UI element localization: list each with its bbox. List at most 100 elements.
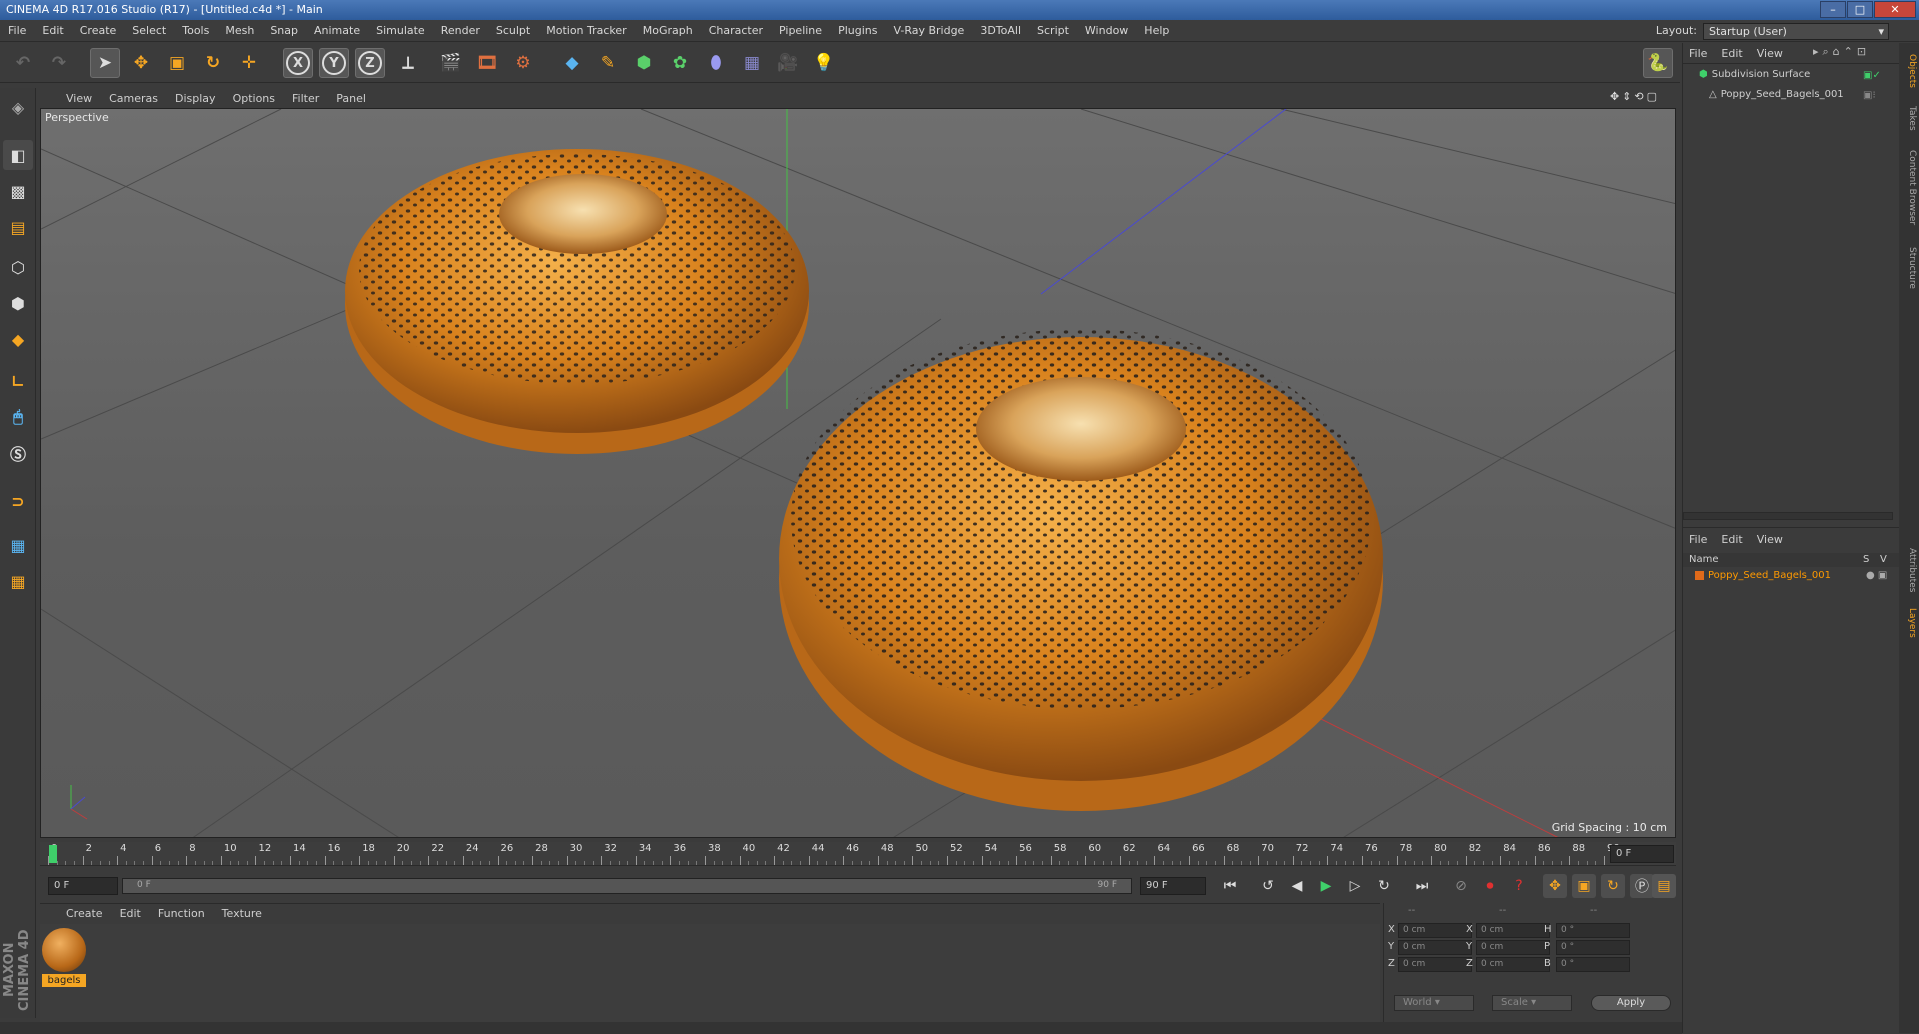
- select-cursor-icon[interactable]: ➤: [90, 48, 120, 78]
- tab-content-browser[interactable]: Content Browser: [1901, 143, 1917, 233]
- render-picture-viewer-icon[interactable]: 🎞: [472, 48, 502, 78]
- timeline-layout-icon[interactable]: ▤: [1652, 874, 1676, 898]
- end-frame-field[interactable]: 90 F: [1140, 877, 1206, 895]
- current-frame-field[interactable]: 0 F: [1610, 845, 1674, 863]
- edges-mode-icon[interactable]: ⬢: [3, 288, 33, 318]
- apply-button[interactable]: Apply: [1591, 995, 1671, 1011]
- objects-nav-icons[interactable]: ▸⌕⌂⌃⊡: [1813, 45, 1870, 59]
- go-to-start-icon[interactable]: ⏮: [1218, 874, 1242, 898]
- coord-field[interactable]: 0 cm: [1476, 923, 1550, 938]
- viewport-menu-panel[interactable]: Panel: [336, 92, 366, 105]
- scale-select[interactable]: Scale ▾: [1492, 995, 1572, 1011]
- material-name[interactable]: bagels: [42, 974, 86, 987]
- menu-snap[interactable]: Snap: [262, 24, 306, 37]
- previous-frame-icon[interactable]: ◀: [1285, 874, 1309, 898]
- viewport-menu-filter[interactable]: Filter: [292, 92, 319, 105]
- x-axis-button[interactable]: X: [283, 48, 313, 78]
- coord-field[interactable]: 0 °: [1556, 957, 1630, 972]
- workplane-lock-icon[interactable]: ▦: [3, 530, 33, 560]
- menu-v-ray-bridge[interactable]: V-Ray Bridge: [885, 24, 972, 37]
- menu-mograph[interactable]: MoGraph: [635, 24, 701, 37]
- coord-field[interactable]: 0 cm: [1398, 923, 1472, 938]
- mograph-cloner-icon[interactable]: ✿: [665, 48, 695, 78]
- tab-objects[interactable]: Objects: [1901, 51, 1917, 91]
- menu-character[interactable]: Character: [701, 24, 771, 37]
- minimize-button[interactable]: –: [1820, 1, 1846, 18]
- tab-takes[interactable]: Takes: [1901, 103, 1917, 133]
- objects-menu-edit[interactable]: Edit: [1721, 47, 1742, 60]
- axis-mode-icon[interactable]: ∟: [3, 366, 33, 396]
- objects-menu-view[interactable]: View: [1757, 47, 1783, 60]
- key-scale-icon[interactable]: ▣: [1572, 874, 1596, 898]
- live-select-icon[interactable]: ✛: [234, 48, 264, 78]
- cube-icon[interactable]: ◆: [557, 48, 587, 78]
- object-visibility-check[interactable]: ▣✓: [1863, 70, 1881, 81]
- next-frame-icon[interactable]: ▷: [1343, 874, 1367, 898]
- viewport-nav-icons[interactable]: ✥⇕⟲▢: [1610, 90, 1660, 103]
- solo-icon[interactable]: Ⓢ: [3, 438, 33, 468]
- previous-key-icon[interactable]: ↺: [1256, 874, 1280, 898]
- viewport-menu-cameras[interactable]: Cameras: [109, 92, 158, 105]
- maximize-button[interactable]: □: [1847, 1, 1873, 18]
- material-menu-texture[interactable]: Texture: [222, 907, 262, 920]
- key-parameter-icon[interactable]: Ⓟ: [1630, 874, 1654, 898]
- menu-script[interactable]: Script: [1029, 24, 1077, 37]
- menu-simulate[interactable]: Simulate: [368, 24, 433, 37]
- rotate-icon[interactable]: ↻: [198, 48, 228, 78]
- menu-mesh[interactable]: Mesh: [217, 24, 262, 37]
- frame-range-slider[interactable]: 0 F 90 F: [122, 878, 1132, 894]
- make-editable-icon[interactable]: ◈: [3, 92, 33, 122]
- go-to-end-icon[interactable]: ⏭: [1410, 874, 1434, 898]
- coord-field[interactable]: 0 cm: [1476, 940, 1550, 955]
- tab-structure[interactable]: Structure: [1901, 243, 1917, 293]
- tweak-mode-icon[interactable]: 🖱: [3, 402, 33, 432]
- menu-pipeline[interactable]: Pipeline: [771, 24, 830, 37]
- autokey-icon[interactable]: ?: [1507, 874, 1531, 898]
- render-view-icon[interactable]: 🎬: [436, 48, 466, 78]
- z-axis-button[interactable]: Z: [355, 48, 385, 78]
- menu-render[interactable]: Render: [433, 24, 488, 37]
- layers-menu-view[interactable]: View: [1757, 533, 1783, 546]
- layer-toggles[interactable]: ● ▣: [1866, 570, 1887, 581]
- redo-icon[interactable]: ↷: [44, 48, 74, 78]
- perspective-viewport[interactable]: Perspective Grid Spacing : 10 cm: [40, 108, 1676, 838]
- material-menu-edit[interactable]: Edit: [120, 907, 141, 920]
- coord-field[interactable]: 0 °: [1556, 923, 1630, 938]
- viewport-menu-display[interactable]: Display: [175, 92, 216, 105]
- material-menu-function[interactable]: Function: [158, 907, 205, 920]
- scale-icon[interactable]: ▣: [162, 48, 192, 78]
- close-button[interactable]: ✕: [1874, 1, 1916, 18]
- menu-animate[interactable]: Animate: [306, 24, 368, 37]
- objects-menu-file[interactable]: File: [1689, 47, 1707, 60]
- light-icon[interactable]: 💡: [809, 48, 839, 78]
- play-icon[interactable]: ▶: [1314, 874, 1338, 898]
- menu-motion-tracker[interactable]: Motion Tracker: [538, 24, 634, 37]
- layers-menu-file[interactable]: File: [1689, 533, 1707, 546]
- material-swatch[interactable]: [42, 928, 86, 972]
- menu-plugins[interactable]: Plugins: [830, 24, 885, 37]
- key-position-icon[interactable]: ✥: [1543, 874, 1567, 898]
- layout-select[interactable]: Startup (User) ▾: [1703, 23, 1889, 40]
- next-key-icon[interactable]: ↻: [1372, 874, 1396, 898]
- points-mode-icon[interactable]: ⬡: [3, 252, 33, 282]
- timeline-ruler[interactable]: 0246810121416182022242628303234363840424…: [40, 842, 1676, 866]
- menu-window[interactable]: Window: [1077, 24, 1136, 37]
- camera-icon[interactable]: 🎥: [773, 48, 803, 78]
- world-select[interactable]: World ▾: [1394, 995, 1474, 1011]
- spline-pen-icon[interactable]: ✎: [593, 48, 623, 78]
- texture-mode-icon[interactable]: ▩: [3, 176, 33, 206]
- coord-field[interactable]: 0 cm: [1476, 957, 1550, 972]
- tab-attributes[interactable]: Attributes: [1901, 543, 1917, 598]
- render-settings-icon[interactable]: ⚙: [508, 48, 538, 78]
- object-poppy-seed-bagels[interactable]: △ Poppy_Seed_Bagels_001: [1709, 89, 1844, 100]
- coordinate-system-icon[interactable]: ⟂: [393, 48, 423, 78]
- object-tag-icon[interactable]: ▣⁝: [1863, 90, 1876, 101]
- menu-file[interactable]: File: [0, 24, 34, 37]
- objects-scrollbar[interactable]: [1683, 512, 1893, 520]
- subdivision-icon[interactable]: ⬢: [629, 48, 659, 78]
- object-subdivision-surface[interactable]: ⬢ Subdivision Surface: [1699, 69, 1810, 80]
- menu-create[interactable]: Create: [72, 24, 125, 37]
- polygons-mode-icon[interactable]: ◆: [3, 324, 33, 354]
- undo-icon[interactable]: ↶: [8, 48, 38, 78]
- menu-edit[interactable]: Edit: [34, 24, 71, 37]
